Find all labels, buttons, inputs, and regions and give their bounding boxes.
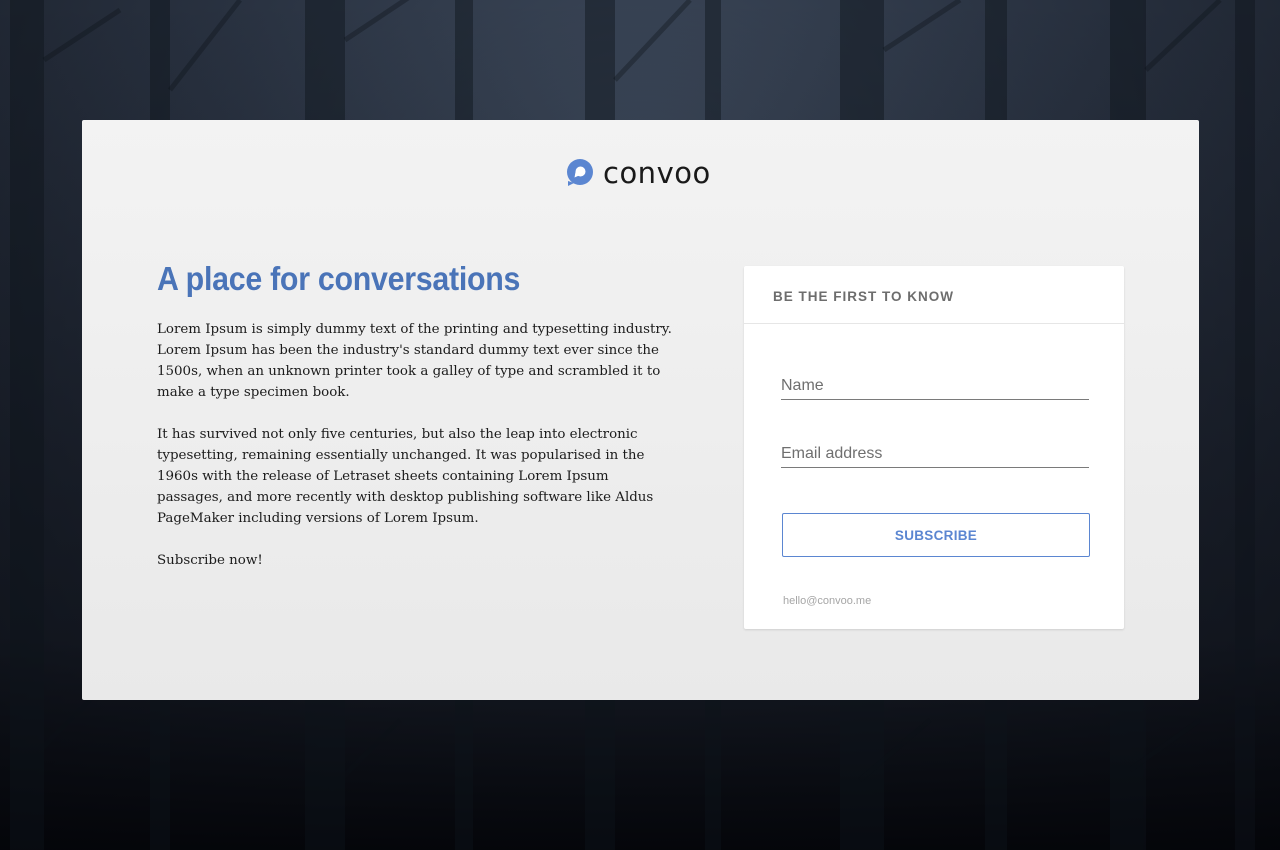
subscribe-prompt: Subscribe now! (157, 553, 263, 568)
email-field[interactable] (781, 443, 1089, 468)
contact-email-link[interactable]: hello@convoo.me (783, 595, 871, 607)
brand-logo[interactable]: convoo (566, 158, 711, 188)
page-title: A place for conversations (157, 260, 521, 297)
main-card: convoo A place for conversations Lorem I… (82, 120, 1199, 700)
signup-panel: BE THE FIRST TO KNOW SUBSCRIBE hello@con… (744, 266, 1124, 629)
chat-bubble-icon (567, 159, 593, 186)
name-field[interactable] (781, 375, 1089, 400)
brand-name: convoo (603, 156, 711, 190)
subscribe-button[interactable]: SUBSCRIBE (782, 513, 1090, 557)
intro-text: Lorem Ipsum is simply dummy text of the … (157, 319, 677, 592)
intro-paragraph-1: Lorem Ipsum is simply dummy text of the … (157, 322, 672, 400)
signup-heading: BE THE FIRST TO KNOW (744, 266, 1124, 324)
intro-paragraph-2: It has survived not only five centuries,… (157, 427, 654, 526)
